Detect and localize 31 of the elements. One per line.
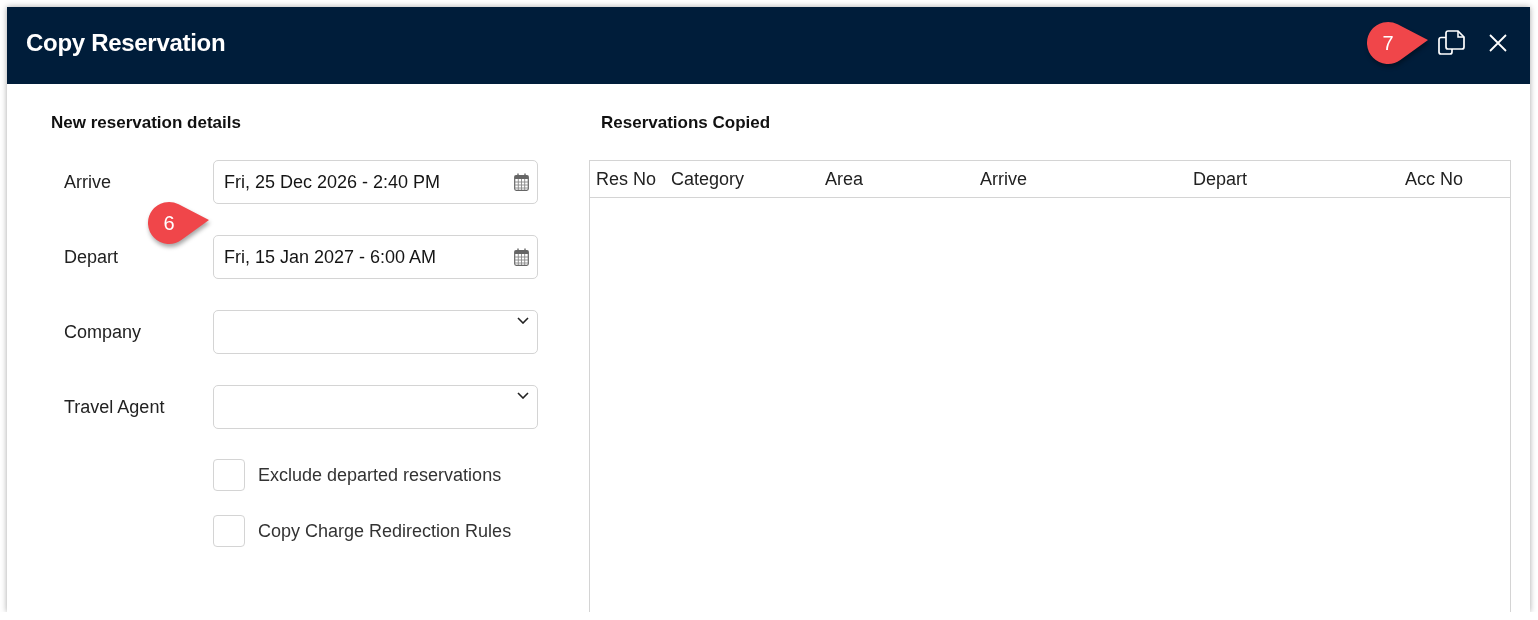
dropdown-field[interactable]	[213, 385, 538, 429]
chevron-down-icon	[517, 392, 529, 399]
calendar-icon	[514, 248, 529, 266]
close-icon	[1489, 33, 1507, 52]
dropdown-field[interactable]	[213, 310, 538, 354]
column-header: Category	[670, 168, 745, 190]
column-header: Res No	[595, 168, 657, 190]
checkbox-label: Copy Charge Redirection Rules	[258, 520, 512, 542]
field-label: Company	[64, 321, 143, 343]
field-label: Travel Agent	[64, 396, 166, 418]
date-field[interactable]: Fri, 25 Dec 2026 - 2:40 PM	[213, 160, 538, 204]
callout-marker: 7	[1366, 19, 1430, 66]
section-heading: New reservation details	[51, 112, 241, 134]
copy-icon	[1438, 30, 1465, 55]
checkbox-label: Exclude departed reservations	[258, 464, 502, 486]
dialog-title: Copy Reservation	[26, 28, 226, 57]
checkbox[interactable]	[213, 515, 245, 547]
column-header: Depart	[1192, 168, 1248, 190]
copy-button[interactable]	[1438, 30, 1465, 55]
column-header: Acc No	[1404, 168, 1464, 190]
field-label: Depart	[64, 246, 120, 268]
column-header: Arrive	[979, 168, 1027, 190]
field-label: Arrive	[64, 171, 112, 193]
calendar-icon	[514, 173, 529, 191]
close-button[interactable]	[1489, 33, 1507, 52]
date-field[interactable]: Fri, 15 Jan 2027 - 6:00 AM	[213, 235, 538, 279]
chevron-down-icon	[517, 317, 529, 324]
checkbox[interactable]	[213, 459, 245, 491]
callout-marker: 6	[147, 200, 211, 246]
column-header: Area	[824, 168, 864, 190]
section-heading: Reservations Copied	[601, 112, 771, 134]
